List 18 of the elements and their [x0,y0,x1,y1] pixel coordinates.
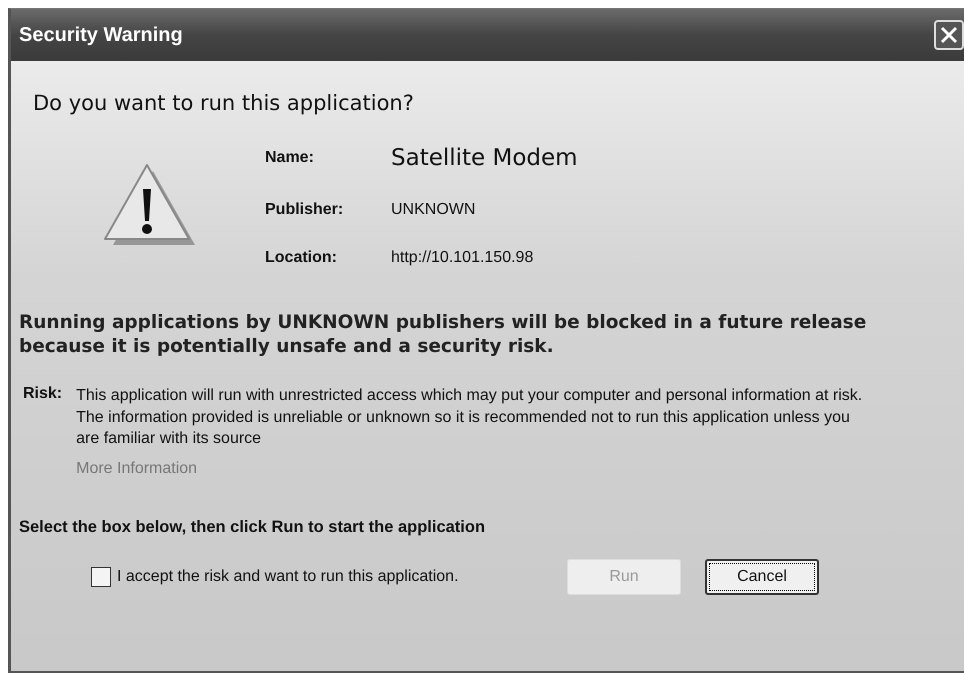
close-button[interactable] [934,20,964,50]
field-label: Name: [265,149,315,167]
field-value: Satellite Modem [391,145,578,171]
cancel-button[interactable]: Cancel [705,558,819,595]
field-label: Publisher: [265,201,344,219]
field-value: UNKNOWN [391,201,476,219]
more-information-link[interactable]: More Information [76,460,198,478]
field-label: Location: [265,249,338,267]
risk-description: This application will run with unrestricted access which may put your computer and personal information at risk. The information provided is unreliable or unknown so it is recommended not to run this application unless you are familiar with its source [76,386,864,450]
instruction-text: Select the box below, then click Run to start the application [19,518,486,537]
warning-message: Running applications by UNKNOWN publishers will be blocked in a future release because it is potentially unsafe and a security risk. [19,311,868,360]
field-value: http://10.101.150.98 [391,249,534,267]
checkbox-label: I accept the risk and want to run this application. [117,568,460,586]
risk-label: Risk: [23,385,62,404]
window-title: Security Warning [19,24,183,46]
close-icon [940,26,958,44]
dialog-heading: Do you want to run this application? [33,91,415,115]
accept-checkbox[interactable] [91,566,111,587]
